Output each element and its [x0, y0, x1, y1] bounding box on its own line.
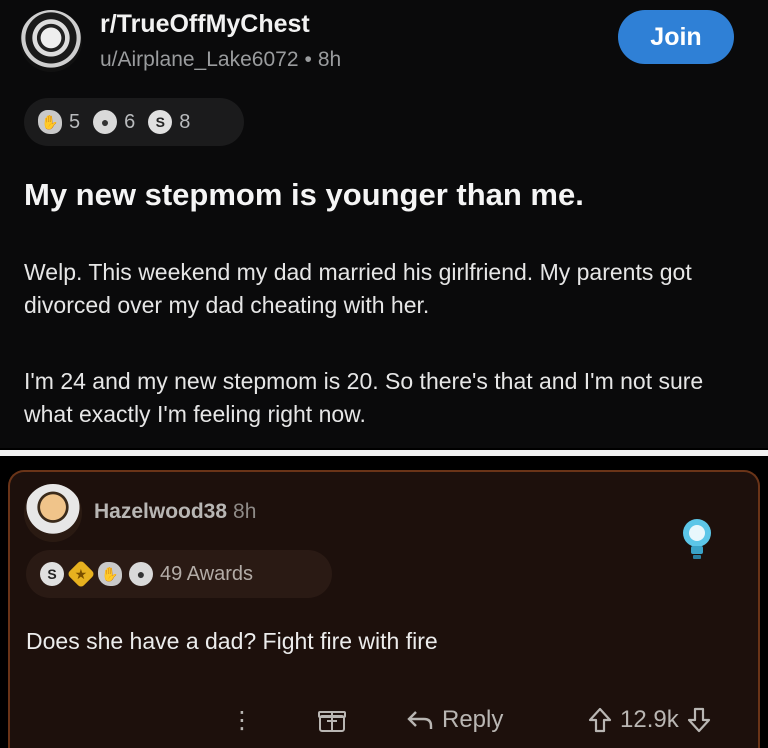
comment-awards[interactable]: S ★ ✋ ● 49 Awards [26, 550, 332, 598]
reply-arrow-icon [407, 711, 433, 729]
downvote-icon[interactable] [687, 707, 711, 733]
comment-username[interactable]: Hazelwood38 [94, 500, 227, 523]
upvote-icon[interactable] [588, 707, 612, 733]
avatar[interactable] [24, 484, 82, 542]
award-count: 5 [69, 110, 81, 133]
silver-award-icon: S [40, 562, 64, 586]
post-awards[interactable]: ✋ 5 ● 6 S 8 [24, 98, 244, 146]
post-author[interactable]: u/Airplane_Lake6072 [100, 48, 299, 71]
post-paragraph: I'm 24 and my new stepmom is 20. So ther… [24, 368, 704, 427]
awards-count-label: 49 Awards [160, 562, 254, 585]
subreddit-name[interactable]: r/TrueOffMyChest [100, 10, 310, 39]
hands-award-icon: ✋ [38, 110, 62, 134]
award-count: 8 [179, 110, 191, 133]
comment-header: Hazelwood38 8h [94, 500, 256, 524]
hands-award-icon: ✋ [98, 562, 122, 586]
score-value: 12.9k [620, 706, 679, 733]
post-age: 8h [317, 48, 342, 71]
lightbulb-icon [683, 519, 711, 559]
post-paragraph: Welp. This weekend my dad married his gi… [24, 259, 692, 318]
join-button[interactable]: Join [618, 10, 734, 64]
gold-award-icon: ★ [66, 559, 96, 589]
divider [0, 450, 768, 456]
vote-controls: 12.9k [588, 694, 711, 746]
award-count: 6 [124, 110, 136, 133]
subreddit-avatar[interactable] [20, 10, 82, 72]
reply-button[interactable]: Reply [406, 694, 503, 746]
gift-icon[interactable] [318, 694, 346, 746]
comment-age: 8h [233, 500, 257, 523]
reply-label: Reply [442, 706, 504, 733]
silver-award-icon: S [148, 110, 173, 134]
speech-bubble-award-icon: ● [93, 110, 118, 134]
comment-text: Does she have a dad? Fight fire with fir… [26, 628, 438, 654]
post-title: My new stepmom is younger than me. [24, 177, 584, 212]
post-meta: u/Airplane_Lake6072 • 8h [100, 48, 341, 72]
comment-card: Hazelwood38 8h S ★ ✋ ● 49 Awards Does she… [8, 470, 760, 748]
meta-separator: • [304, 48, 312, 71]
speech-bubble-award-icon: ● [129, 562, 153, 586]
more-options-icon[interactable]: ⋮ [230, 694, 254, 746]
comment-actions: ⋮ Reply 12.9k [10, 694, 758, 746]
post-card: r/TrueOffMyChest u/Airplane_Lake6072 • 8h … [0, 0, 768, 448]
